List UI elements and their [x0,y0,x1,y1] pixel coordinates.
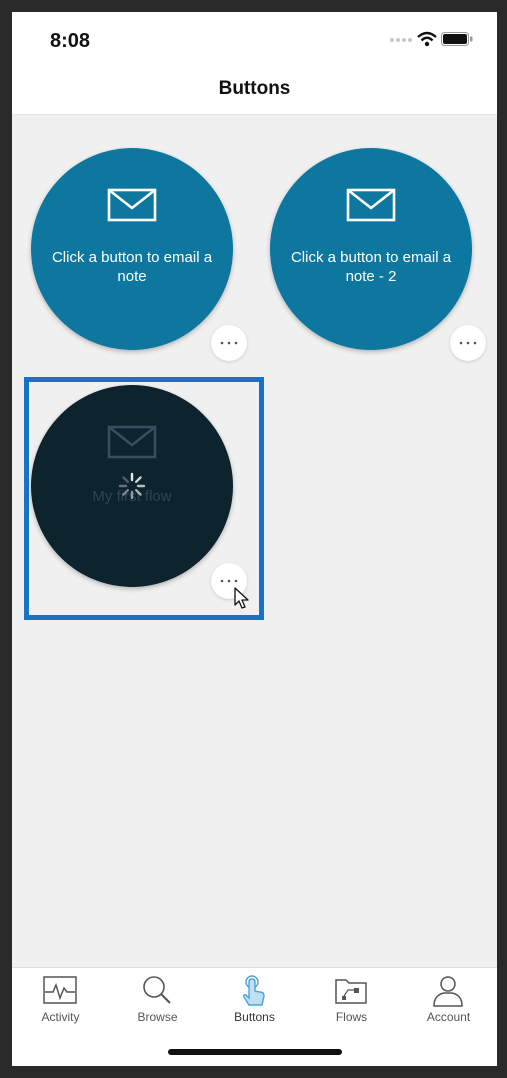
more-options-button[interactable] [450,325,486,361]
tab-activity[interactable]: Activity [12,974,109,1034]
flow-button-label: Click a button to email a note [51,249,213,285]
more-icon [459,341,477,345]
tab-label: Flows [335,1010,368,1024]
more-icon [220,579,238,583]
tab-browse[interactable]: Browse [109,974,206,1034]
mail-icon [107,425,157,459]
flow-button-email-note[interactable]: Click a button to email a note [31,148,233,350]
mail-icon [346,188,396,222]
nav-bar: Buttons [12,72,497,115]
tab-buttons[interactable]: Buttons [206,974,303,1034]
status-bar: 8:08 [12,12,497,72]
flow-button-label: Click a button to email a note - 2 [290,249,452,285]
tab-label: Buttons [234,1010,275,1024]
more-options-button[interactable] [211,325,247,361]
buttons-grid: Click a button to email a note Click a b… [12,115,497,967]
mail-icon [107,188,157,222]
flow-button-email-note-2[interactable]: Click a button to email a note - 2 [270,148,472,350]
home-indicator [168,1049,342,1055]
flows-icon [335,979,367,1004]
search-icon [143,976,171,1004]
phone-screen: 8:08 Buttons Click a button to email a n… [12,12,497,1066]
status-time: 8:08 [50,30,91,52]
loading-spinner-icon [118,472,146,500]
tab-flows[interactable]: Flows [303,974,400,1034]
tab-account[interactable]: Account [400,974,497,1034]
page-title: Buttons [218,78,291,99]
person-icon [433,976,463,1007]
tab-label: Account [426,1010,471,1024]
activity-icon [43,976,77,1004]
battery-icon [441,32,473,46]
signal-icon [390,38,412,42]
tab-label: Browse [137,1010,178,1024]
touch-icon [243,975,265,1006]
flow-button-my-first-flow[interactable]: My first flow [31,385,233,587]
mouse-cursor-icon [234,587,249,609]
more-icon [220,341,238,345]
wifi-icon [417,31,437,47]
tab-label: Activity [41,1010,80,1024]
